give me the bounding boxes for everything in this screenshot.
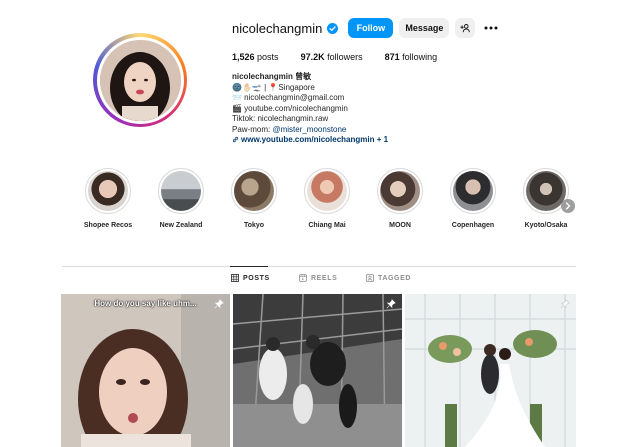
highlight-cover xyxy=(234,171,274,211)
link-icon xyxy=(232,136,239,143)
highlight-cover xyxy=(453,171,493,211)
pin-icon xyxy=(214,299,224,309)
profile-avatar-frame xyxy=(96,36,184,124)
highlight-copenhagen[interactable]: Copenhagen xyxy=(441,168,505,229)
tab-reels-label: REELS xyxy=(311,274,338,282)
bio-line-email: 📨 nicolechangmin@gmail.com xyxy=(232,93,345,102)
profile-bio: nicolechangmin 曾敏 🌚✋🏻🛫 | 📍Singapore 📨 ni… xyxy=(232,72,492,146)
post-tile-3[interactable] xyxy=(405,294,576,447)
bio-line-tiktok: Tiktok: nicolechangmin.raw xyxy=(232,114,329,123)
followers-label: followers xyxy=(327,52,363,62)
following-label: following xyxy=(402,52,438,62)
highlight-moon[interactable]: MOON xyxy=(368,168,432,229)
message-button[interactable]: Message xyxy=(399,18,450,38)
bio-external-link-row[interactable]: www.youtube.com/nicolechangmin + 1 xyxy=(232,135,492,146)
highlight-ring xyxy=(304,168,350,214)
story-highlights: Shopee Recos New Zealand Tokyo Chiang Ma… xyxy=(76,168,576,238)
chevron-right-icon xyxy=(565,202,571,210)
post-1-caption: How do you say like uhm... xyxy=(94,299,197,308)
highlight-chiang-mai[interactable]: Chiang Mai xyxy=(295,168,359,229)
highlight-label: Chiang Mai xyxy=(308,222,346,229)
bio-line-youtube: 🎬 youtube.com/nicolechangmin xyxy=(232,103,348,113)
highlight-ring xyxy=(158,168,204,214)
highlight-label: MOON xyxy=(389,222,411,229)
following-stat[interactable]: 871 following xyxy=(385,52,438,62)
reels-icon xyxy=(299,274,307,282)
highlight-ring xyxy=(377,168,423,214)
tab-posts-label: POSTS xyxy=(243,274,270,282)
profile-avatar-ring[interactable] xyxy=(93,33,187,127)
profile-stats: 1,526 posts 97.2K followers 871 followin… xyxy=(232,52,459,62)
highlight-label: Copenhagen xyxy=(451,222,495,229)
highlight-cover xyxy=(88,171,128,211)
highlight-cover xyxy=(161,171,201,211)
mention-link[interactable]: @mister_moonstone xyxy=(272,125,346,134)
add-user-icon xyxy=(460,24,471,33)
highlight-shopee-recos[interactable]: Shopee Recos xyxy=(76,168,140,229)
highlight-tokyo[interactable]: Tokyo xyxy=(222,168,286,229)
profile-tabs: POSTS REELS TAGGED xyxy=(0,274,640,286)
pawmom-prefix: Paw-mom: xyxy=(232,124,273,134)
highlight-cover xyxy=(380,171,420,211)
highlight-label: Shopee Recos xyxy=(83,222,133,229)
highlights-next-button[interactable] xyxy=(561,199,575,213)
posts-stat: 1,526 posts xyxy=(232,52,279,62)
posts-count: 1,526 xyxy=(232,52,255,62)
profile-avatar xyxy=(99,39,181,121)
highlight-new-zealand[interactable]: New Zealand xyxy=(149,168,213,229)
highlight-cover xyxy=(307,171,347,211)
more-options-icon xyxy=(484,26,498,30)
profile-username: nicolechangmin xyxy=(232,20,323,36)
highlight-ring xyxy=(450,168,496,214)
profile-header-row: nicolechangmin Follow Message xyxy=(232,17,499,39)
grid-icon xyxy=(231,274,239,282)
post-1-image xyxy=(61,294,230,447)
tab-tagged[interactable]: TAGGED xyxy=(366,274,411,282)
highlight-ring xyxy=(231,168,277,214)
post-2-image xyxy=(233,294,402,447)
pin-icon xyxy=(560,299,570,309)
post-tile-2[interactable] xyxy=(233,294,402,447)
followers-count: 97.2K xyxy=(300,52,325,62)
suggest-users-button[interactable] xyxy=(455,18,476,38)
bio-display-name: nicolechangmin 曾敏 xyxy=(232,72,312,81)
highlight-ring xyxy=(85,168,131,214)
tabs-divider xyxy=(62,266,576,267)
post-3-image xyxy=(405,294,576,447)
pin-icon xyxy=(386,299,396,309)
highlight-label: Kyoto/Osaka xyxy=(524,222,568,229)
tagged-icon xyxy=(366,274,374,282)
followers-stat[interactable]: 97.2K followers xyxy=(301,52,363,62)
highlight-label: Tokyo xyxy=(243,222,265,229)
more-options-button[interactable] xyxy=(483,18,499,38)
bio-line-pawmom: Paw-mom: @mister_moonstone xyxy=(232,125,492,136)
tab-tagged-label: TAGGED xyxy=(378,274,412,282)
avatar-portrait-graphic xyxy=(99,39,181,121)
tab-reels[interactable]: REELS xyxy=(299,274,337,282)
post-tile-1[interactable]: How do you say like uhm... xyxy=(61,294,230,447)
posts-label: posts xyxy=(257,52,279,62)
active-tab-indicator xyxy=(230,266,268,267)
bio-external-link[interactable]: www.youtube.com/nicolechangmin + 1 xyxy=(241,135,388,144)
follow-button[interactable]: Follow xyxy=(348,18,394,38)
bio-line-location: 🌚✋🏻🛫 | 📍Singapore xyxy=(232,82,315,92)
tab-posts[interactable]: POSTS xyxy=(231,274,270,282)
verified-badge-icon xyxy=(327,22,339,34)
highlight-cover xyxy=(526,171,566,211)
highlight-label: New Zealand xyxy=(159,222,203,229)
following-count: 871 xyxy=(384,52,400,62)
